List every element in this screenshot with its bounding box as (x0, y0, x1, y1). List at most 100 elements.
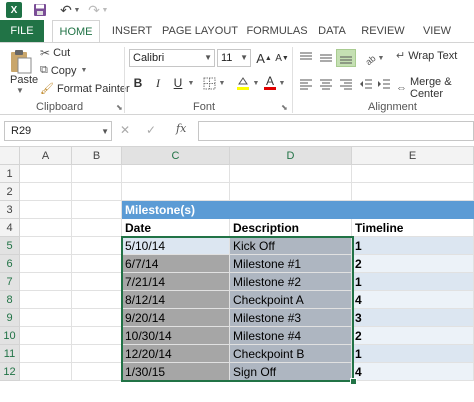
decrease-indent-icon[interactable] (356, 75, 376, 93)
font-color-dropdown-icon[interactable]: ▼ (278, 74, 286, 92)
table-cell-description[interactable]: Milestone #2 (230, 273, 352, 291)
underline-button[interactable]: U (170, 74, 186, 92)
cell[interactable] (352, 183, 474, 201)
cell[interactable] (20, 183, 72, 201)
tab-review[interactable]: REVIEW (360, 20, 406, 42)
table-cell-date[interactable]: 12/20/14 (122, 345, 230, 363)
redo-dropdown-icon[interactable]: ▼ (101, 2, 109, 18)
table-cell-timeline[interactable]: 4 (352, 291, 474, 309)
cell[interactable] (230, 201, 352, 219)
paste-button[interactable]: Paste (10, 74, 38, 86)
cell[interactable] (122, 183, 230, 201)
row-header-4[interactable]: 4 (0, 219, 20, 237)
tab-home[interactable]: HOME (52, 20, 100, 43)
undo-icon[interactable]: ↶ (58, 2, 74, 18)
cell[interactable] (20, 201, 72, 219)
table-cell-timeline[interactable]: 4 (352, 363, 474, 381)
table-cell-timeline[interactable]: 3 (352, 309, 474, 327)
row-header-7[interactable]: 7 (0, 273, 20, 291)
cell[interactable] (20, 327, 72, 345)
table-cell-description[interactable]: Sign Off (230, 363, 352, 381)
select-all-corner[interactable] (0, 147, 20, 165)
cell[interactable] (20, 255, 72, 273)
table-cell-description[interactable]: Milestone #4 (230, 327, 352, 345)
redo-icon[interactable]: ↷ (86, 2, 102, 18)
cell[interactable] (20, 363, 72, 381)
header-cell-date[interactable]: Date (122, 219, 230, 237)
tab-page-layout[interactable]: PAGE LAYOUT (160, 20, 240, 42)
tab-insert[interactable]: INSERT (110, 20, 154, 42)
table-cell-timeline[interactable]: 1 (352, 237, 474, 255)
cell[interactable] (20, 291, 72, 309)
table-cell-date[interactable]: 6/7/14 (122, 255, 230, 273)
cell[interactable] (72, 291, 122, 309)
table-cell-date[interactable]: 5/10/14 (122, 237, 230, 255)
table-cell-description[interactable]: Milestone #3 (230, 309, 352, 327)
cell[interactable] (20, 309, 72, 327)
align-left-icon[interactable] (296, 75, 316, 93)
table-cell-description[interactable]: Kick Off (230, 237, 352, 255)
tab-formulas[interactable]: FORMULAS (246, 20, 308, 42)
align-middle-icon[interactable] (316, 49, 336, 67)
paste-dropdown-icon[interactable]: ▼ (16, 86, 24, 95)
clipboard-launcher-icon[interactable]: ⬊ (116, 103, 123, 112)
align-center-icon[interactable] (316, 75, 336, 93)
copy-dropdown-icon[interactable]: ▼ (81, 67, 88, 74)
merge-center-button[interactable]: ⇔ Merge & Center (396, 76, 474, 100)
format-painter-button[interactable]: 🖌 Format Painter (40, 82, 130, 96)
name-box[interactable]: R29 ▼ (4, 121, 112, 141)
italic-button[interactable]: I (150, 74, 166, 92)
table-cell-timeline[interactable]: 2 (352, 255, 474, 273)
fill-color-dropdown-icon[interactable]: ▼ (252, 74, 260, 92)
table-cell-timeline[interactable]: 1 (352, 273, 474, 291)
row-header-10[interactable]: 10 (0, 327, 20, 345)
cell[interactable] (72, 345, 122, 363)
table-cell-timeline[interactable]: 2 (352, 327, 474, 345)
banner-cell[interactable]: Milestone(s) (122, 201, 230, 219)
cell[interactable] (72, 273, 122, 291)
table-cell-timeline[interactable]: 1 (352, 345, 474, 363)
borders-dropdown-icon[interactable]: ▼ (218, 74, 226, 92)
cell[interactable] (72, 201, 122, 219)
insert-function-button[interactable]: fx (176, 122, 186, 135)
cell[interactable] (20, 237, 72, 255)
cell[interactable] (20, 165, 72, 183)
cell[interactable] (72, 255, 122, 273)
table-cell-description[interactable]: Checkpoint B (230, 345, 352, 363)
cell[interactable] (20, 219, 72, 237)
cell[interactable] (352, 165, 474, 183)
cell[interactable] (122, 165, 230, 183)
cell[interactable] (20, 345, 72, 363)
row-header-8[interactable]: 8 (0, 291, 20, 309)
cell[interactable] (72, 183, 122, 201)
row-header-12[interactable]: 12 (0, 363, 20, 381)
bold-button[interactable]: B (130, 74, 146, 92)
formula-input[interactable] (198, 121, 474, 141)
table-cell-date[interactable]: 8/12/14 (122, 291, 230, 309)
cell[interactable] (230, 165, 352, 183)
cell[interactable] (20, 273, 72, 291)
align-bottom-icon[interactable] (336, 49, 356, 67)
fill-color-icon[interactable] (234, 74, 252, 92)
font-name-select[interactable]: Calibri ▼ (129, 49, 215, 67)
row-header-2[interactable]: 2 (0, 183, 20, 201)
cell[interactable] (72, 309, 122, 327)
cell[interactable] (72, 363, 122, 381)
cell[interactable] (72, 219, 122, 237)
cell[interactable] (230, 183, 352, 201)
copy-button[interactable]: ⧉ Copy ▼ (40, 64, 87, 77)
cancel-icon[interactable]: ✕ (120, 123, 130, 137)
table-cell-date[interactable]: 1/30/15 (122, 363, 230, 381)
cut-button[interactable]: ✂ Cut (40, 46, 70, 60)
font-launcher-icon[interactable]: ⬊ (281, 103, 288, 112)
row-header-9[interactable]: 9 (0, 309, 20, 327)
cell[interactable] (352, 201, 474, 219)
font-size-select[interactable]: 11 ▼ (217, 49, 251, 67)
row-header-3[interactable]: 3 (0, 201, 20, 219)
header-cell-timeline[interactable]: Timeline (352, 219, 474, 237)
cell[interactable] (72, 165, 122, 183)
underline-dropdown-icon[interactable]: ▼ (186, 74, 196, 92)
font-color-icon[interactable]: A (262, 74, 278, 92)
fill-handle[interactable] (350, 378, 357, 385)
column-header-b[interactable]: B (72, 147, 122, 165)
